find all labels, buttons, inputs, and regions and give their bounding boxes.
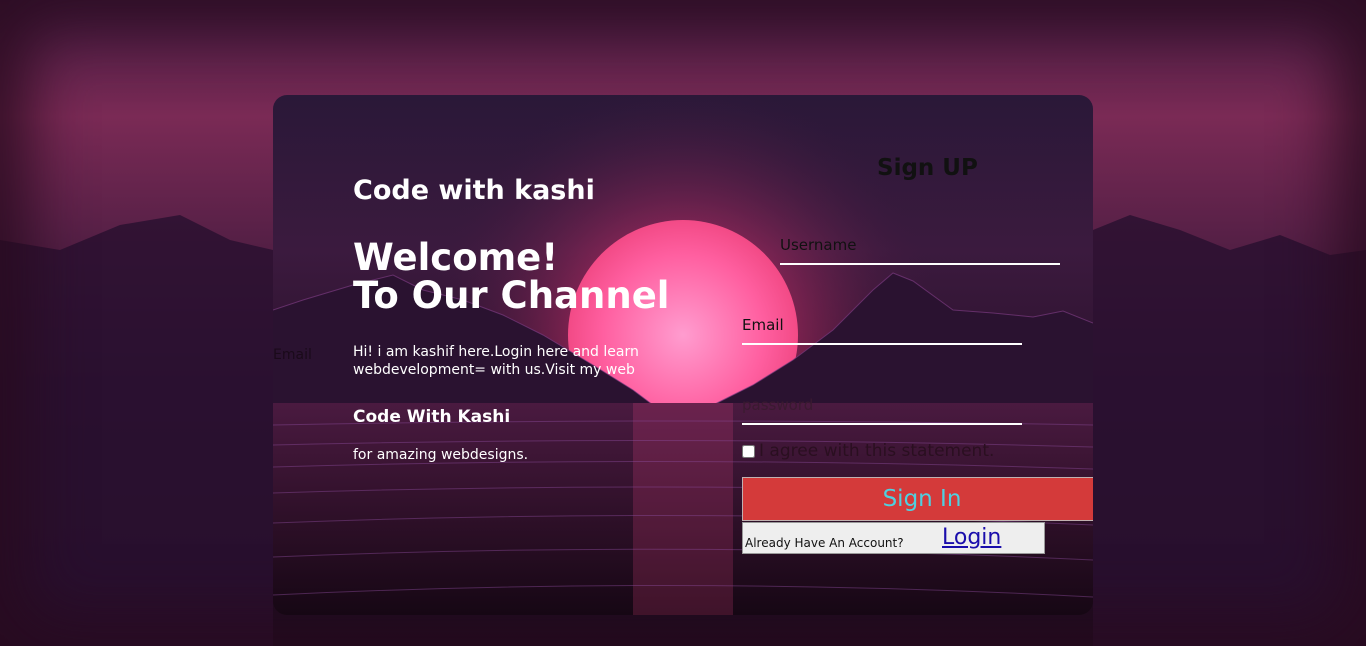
intro-text: Hi! i am kashif here.Login here and lear… — [353, 344, 639, 378]
tagline-text: for amazing webdesigns. — [353, 447, 529, 463]
welcome-panel: Code with kashi Welcome! To Our Channel … — [353, 173, 673, 463]
sign-in-button[interactable]: Sign In — [742, 477, 1093, 521]
login-link[interactable]: Login — [942, 525, 1001, 550]
welcome-line-1: Welcome! — [353, 236, 559, 279]
stray-email-label: Email — [273, 347, 312, 363]
agree-label: I agree with this statement. — [759, 441, 995, 461]
agree-row: I agree with this statement. — [742, 441, 994, 461]
brand-title: Code with kashi — [353, 175, 595, 206]
welcome-heading: Welcome! To Our Channel — [353, 239, 673, 315]
signup-title: Sign UP — [877, 155, 978, 181]
welcome-line-2: To Our Channel — [353, 274, 670, 317]
agree-checkbox[interactable] — [742, 444, 755, 458]
account-prompt-box: Already Have An Account? Login — [742, 522, 1045, 554]
sub-brand-heading: Code With Kashi — [353, 407, 511, 427]
username-input[interactable] — [780, 227, 1060, 265]
email-input[interactable] — [742, 307, 1022, 345]
signup-card: Email Code with kashi Welcome! To Our Ch… — [273, 95, 1093, 615]
account-prompt-text: Already Have An Account? — [745, 536, 904, 550]
password-input[interactable] — [742, 387, 1022, 425]
